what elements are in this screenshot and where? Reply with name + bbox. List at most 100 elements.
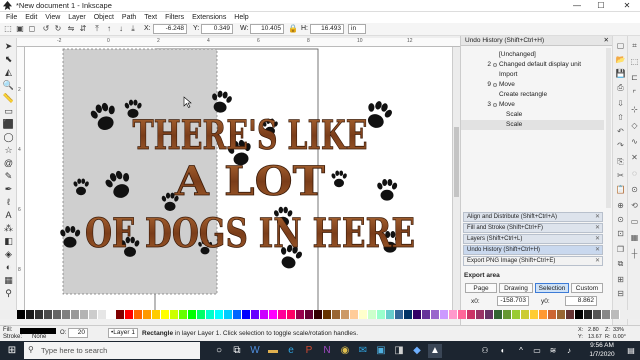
palette-swatch[interactable] — [611, 310, 620, 319]
palette-swatch[interactable] — [422, 310, 431, 319]
menu-view[interactable]: View — [45, 12, 60, 23]
palette-swatch[interactable] — [17, 310, 26, 319]
flip-vertical-icon[interactable]: ⇵ — [78, 24, 88, 34]
selector-tool-icon[interactable]: ➤ — [2, 40, 15, 53]
export-page-button[interactable]: Page — [465, 283, 497, 293]
palette-swatch[interactable] — [278, 310, 287, 319]
snap-center-icon[interactable]: ⊙ — [629, 184, 640, 195]
snap-paths-icon[interactable]: ∿ — [629, 136, 640, 147]
history-row[interactable]: 9 Move — [461, 80, 604, 90]
zoom-page-icon[interactable]: ⊡ — [615, 228, 626, 239]
history-row-selected[interactable]: Scale — [461, 120, 604, 130]
color-palette[interactable] — [0, 310, 640, 319]
flip-horizontal-icon[interactable]: ⇋ — [66, 24, 76, 34]
palette-swatch[interactable] — [179, 310, 188, 319]
menu-help[interactable]: Help — [234, 12, 248, 23]
palette-swatch[interactable] — [71, 310, 80, 319]
palette-swatch[interactable] — [44, 310, 53, 319]
palette-swatch[interactable] — [431, 310, 440, 319]
palette-swatch[interactable] — [593, 310, 602, 319]
snap-smooth-icon[interactable]: ◌ — [629, 168, 640, 179]
palette-swatch[interactable] — [368, 310, 377, 319]
palette-swatch[interactable] — [485, 310, 494, 319]
spray-tool-icon[interactable]: ⁂ — [2, 222, 15, 235]
file-explorer-icon[interactable]: ▬ — [266, 344, 280, 358]
print-icon[interactable]: ⎙ — [615, 82, 626, 93]
palette-swatch[interactable] — [323, 310, 332, 319]
raise-icon[interactable]: ↑ — [104, 24, 114, 34]
import-icon[interactable]: ⇩ — [615, 98, 626, 109]
menu-filters[interactable]: Filters — [165, 12, 184, 23]
3d-box-tool-icon[interactable]: ⬛ — [2, 118, 15, 131]
snap-rotation-icon[interactable]: ⟲ — [629, 200, 640, 211]
x-field[interactable]: -6.248 — [153, 24, 187, 34]
task-view-icon[interactable]: ⧉ — [230, 344, 244, 358]
palette-swatch[interactable] — [152, 310, 161, 319]
palette-swatch[interactable] — [242, 310, 251, 319]
dock-tab-align[interactable]: Align and Distribute (Shift+Ctrl+A) ✕ — [463, 212, 603, 222]
stroke-value[interactable]: None — [32, 334, 46, 340]
history-row[interactable]: Create rectangle — [461, 90, 604, 100]
mail-icon[interactable]: ✉ — [356, 344, 370, 358]
y0-field[interactable]: 8.862 — [565, 296, 597, 306]
ungroup-icon[interactable]: ⊟ — [615, 288, 626, 299]
inkscape-taskbar-icon[interactable]: ▲ — [428, 344, 442, 358]
palette-swatch[interactable] — [395, 310, 404, 319]
dropper-tool-icon[interactable]: ⚲ — [2, 287, 15, 300]
palette-swatch[interactable] — [521, 310, 530, 319]
redo-icon[interactable]: ↷ — [615, 140, 626, 151]
powerpoint-icon[interactable]: P — [302, 344, 316, 358]
zoom-drawing-icon[interactable]: ⊙ — [615, 214, 626, 225]
palette-swatch[interactable] — [215, 310, 224, 319]
select-all-icon[interactable]: ⬚ — [3, 24, 13, 34]
export-custom-button[interactable]: Custom — [571, 283, 603, 293]
palette-swatch[interactable] — [305, 310, 314, 319]
palette-swatch[interactable] — [404, 310, 413, 319]
lower-to-bottom-icon[interactable]: ⤓ — [128, 24, 138, 34]
network-icon[interactable]: ◐ — [496, 344, 510, 358]
palette-swatch[interactable] — [296, 310, 305, 319]
eraser-tool-icon[interactable]: ◧ — [2, 235, 15, 248]
save-icon[interactable]: 💾 — [615, 68, 626, 79]
palette-swatch[interactable] — [224, 310, 233, 319]
palette-swatch[interactable] — [575, 310, 584, 319]
palette-swatch[interactable] — [386, 310, 395, 319]
palette-swatch[interactable] — [62, 310, 71, 319]
cortana-icon[interactable]: ○ — [212, 344, 226, 358]
scroll-thumb[interactable] — [454, 127, 459, 197]
x0-field[interactable]: -158.703 — [497, 296, 529, 306]
palette-swatch[interactable] — [197, 310, 206, 319]
paste-icon[interactable]: 📋 — [615, 184, 626, 195]
palette-swatch[interactable] — [332, 310, 341, 319]
palette-swatch[interactable] — [206, 310, 215, 319]
palette-swatch[interactable] — [557, 310, 566, 319]
taskbar-search-box[interactable]: ⚲ Type here to search — [24, 342, 200, 359]
palette-swatch[interactable] — [314, 310, 323, 319]
snap-grid-icon[interactable]: ▦ — [629, 232, 640, 243]
clock-time[interactable]: 9:56 AM — [585, 342, 619, 349]
lower-icon[interactable]: ↓ — [116, 24, 126, 34]
chrome-icon[interactable]: ◉ — [338, 344, 352, 358]
palette-swatch[interactable] — [134, 310, 143, 319]
raise-to-top-icon[interactable]: ⤒ — [92, 24, 102, 34]
palette-swatch[interactable] — [539, 310, 548, 319]
dock-tab-fill-stroke[interactable]: Fill and Stroke (Shift+Ctrl+F) ✕ — [463, 223, 603, 233]
menu-edit[interactable]: Edit — [25, 12, 37, 23]
group-icon[interactable]: ⊞ — [615, 274, 626, 285]
export-selection-button[interactable]: Selection — [535, 283, 569, 293]
history-scrollbar[interactable] — [606, 48, 611, 208]
onenote-icon[interactable]: N — [320, 344, 334, 358]
palette-swatch[interactable] — [449, 310, 458, 319]
palette-swatch[interactable] — [350, 310, 359, 319]
palette-swatch[interactable] — [125, 310, 134, 319]
palette-swatch[interactable] — [170, 310, 179, 319]
pencil-tool-icon[interactable]: ✎ — [2, 170, 15, 183]
dock-tab-layers[interactable]: Layers (Shift+Ctrl+L) ✕ — [463, 234, 603, 244]
palette-swatch[interactable] — [584, 310, 593, 319]
palette-swatch[interactable] — [548, 310, 557, 319]
palette-swatch[interactable] — [602, 310, 611, 319]
calligraphy-tool-icon[interactable]: ℓ — [2, 196, 15, 209]
mesh-tool-icon[interactable]: ▦ — [2, 274, 15, 287]
expander-icon[interactable] — [493, 63, 497, 67]
snap-guide-icon[interactable]: ┼ — [629, 248, 640, 259]
